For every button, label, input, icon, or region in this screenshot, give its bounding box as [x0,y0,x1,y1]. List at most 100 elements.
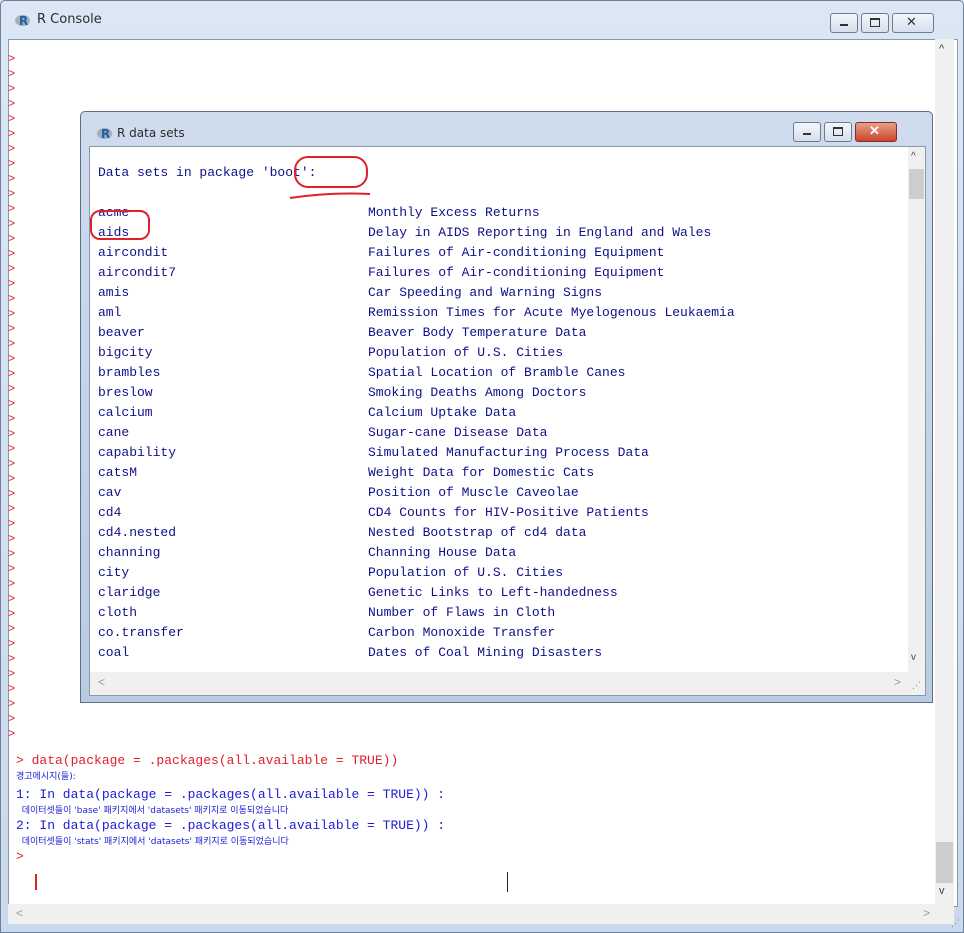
scroll-right-icon[interactable]: > [894,675,901,689]
dataset-name: breslow [98,385,153,400]
console-line-warning-header: 경고메시지(들): [16,772,76,782]
close-button[interactable] [855,122,897,142]
prompt-column: > > > > > > > > > > > > > > > > > > > > > > > > > > > > > > > > > > > > > > > >… [8,52,15,742]
console-horizontal-scrollbar[interactable]: < > [8,904,954,924]
empty-prompt: > [8,562,16,576]
empty-prompt: > [8,172,16,186]
empty-prompt: > [8,712,16,726]
console-messages: > data(package = .packages(all.available… [16,752,445,865]
resize-grip-icon[interactable]: ⋰ [951,918,960,929]
dataset-row: breslow Smoking Deaths Among Doctors [98,383,735,403]
r-logo-icon: R [97,126,113,142]
data-sets-vertical-scrollbar[interactable]: ^ v [908,147,925,672]
dataset-row: capability Simulated Manufacturing Proces… [98,443,735,463]
dataset-description: Population of U.S. Cities [368,565,564,580]
console-vertical-scrollbar[interactable]: ^ v [935,39,954,904]
resize-grip-icon[interactable]: ⋰ [912,680,921,691]
scroll-up-icon[interactable]: ^ [939,43,944,55]
dataset-name: city [98,565,130,580]
dataset-description: Position of Muscle Caveolae [368,485,579,500]
dataset-description: Sugar-cane Disease Data [368,425,548,440]
data-sets-horizontal-scrollbar[interactable]: < > ⋰ [90,672,925,695]
empty-prompt: > [8,727,16,741]
dataset-name: cav [98,485,122,500]
empty-prompt: > [8,682,16,696]
dataset-row: aircondit7 Failures of Air-conditioning E… [98,263,735,283]
empty-prompt: > [8,652,16,666]
window-controls [830,13,934,33]
dataset-name: brambles [98,365,161,380]
r-logo-icon: R [15,13,31,29]
empty-prompt: > [8,187,16,201]
close-button[interactable] [892,13,934,33]
dataset-row: coal Dates of Coal Mining Disasters [98,643,735,663]
empty-prompt: > [8,382,16,396]
dataset-row: aircondit Failures of Air-conditioning Eq… [98,243,735,263]
empty-prompt: > [8,232,16,246]
minimize-button[interactable] [793,122,821,142]
dataset-name: aircondit [98,245,169,260]
empty-prompt: > [8,502,16,516]
dataset-name: cloth [98,605,138,620]
dataset-description: Smoking Deaths Among Doctors [368,385,587,400]
empty-prompt: > [8,367,16,381]
dataset-description: Calcium Uptake Data [368,405,517,420]
scroll-up-icon[interactable]: ^ [911,151,916,162]
dataset-description: Car Speeding and Warning Signs [368,285,603,300]
empty-prompt: > [8,292,16,306]
package-header: Data sets in package 'boot': [98,165,317,180]
aids-annotation-circle [90,210,150,240]
data-sets-window: R R data sets Data sets in package 'boot… [80,111,933,703]
console-line-command: > data(package = .packages(all.available… [16,753,399,768]
dataset-row: cane Sugar-cane Disease Data [98,423,735,443]
dataset-description: Dates of Coal Mining Disasters [368,645,603,660]
empty-prompt: > [8,67,16,81]
dataset-description: Population of U.S. Cities [368,345,564,360]
scroll-down-icon[interactable]: v [911,652,916,663]
dataset-name: calcium [98,405,153,420]
dataset-row: cloth Number of Flaws in Cloth [98,603,735,623]
empty-prompt: > [8,622,16,636]
dataset-name: amis [98,285,130,300]
scroll-down-icon[interactable]: v [939,885,945,897]
empty-prompt: > [8,547,16,561]
dataset-description: Number of Flaws in Cloth [368,605,556,620]
dataset-description: Spatial Location of Bramble Canes [368,365,626,380]
scrollbar-thumb[interactable] [936,842,953,883]
scroll-left-icon[interactable]: < [16,906,23,920]
dataset-row: beaver Beaver Body Temperature Data [98,323,735,343]
scroll-left-icon[interactable]: < [98,675,105,689]
data-sets-content[interactable]: Data sets in package 'boot': acme Monthly… [89,146,926,696]
console-line-warning-detail: 데이터셋들이 'stats' 패키지에서 'datasets' 패키지로 이동되… [16,837,289,847]
empty-prompt: > [8,247,16,261]
dataset-description: Carbon Monoxide Transfer [368,625,556,640]
dataset-name: co.transfer [98,625,184,640]
maximize-button[interactable] [861,13,889,33]
empty-prompt: > [8,577,16,591]
dataset-row: co.transfer Carbon Monoxide Transfer [98,623,735,643]
minimize-button[interactable] [830,13,858,33]
maximize-button[interactable] [824,122,852,142]
empty-prompt: > [8,52,16,66]
scrollbar-thumb[interactable] [909,169,924,199]
empty-prompt: > [8,442,16,456]
empty-prompt: > [8,637,16,651]
dataset-name: cane [98,425,130,440]
dataset-row: claridge Genetic Links to Left-handedness [98,583,735,603]
dataset-description: Nested Bootstrap of cd4 data [368,525,587,540]
scroll-right-icon[interactable]: > [923,906,930,920]
console-line-warning-detail: 데이터셋들이 'base' 패키지에서 'datasets' 패키지로 이동되었… [16,806,289,816]
data-sets-listing: Data sets in package 'boot': acme Monthly… [98,163,735,663]
title-bar[interactable]: R R Console [1,1,963,39]
empty-prompt: > [8,697,16,711]
dataset-row: brambles Spatial Location of Bramble Cane… [98,363,735,383]
dataset-row: amis Car Speeding and Warning Signs [98,283,735,303]
dataset-description: CD4 Counts for HIV-Positive Patients [368,505,649,520]
empty-prompt: > [8,592,16,606]
dataset-description: Failures of Air-conditioning Equipment [368,265,665,280]
empty-prompt: > [8,277,16,291]
window-title: R Console [37,12,102,27]
empty-prompt: > [8,337,16,351]
empty-prompt: > [8,82,16,96]
empty-prompt: > [8,157,16,171]
